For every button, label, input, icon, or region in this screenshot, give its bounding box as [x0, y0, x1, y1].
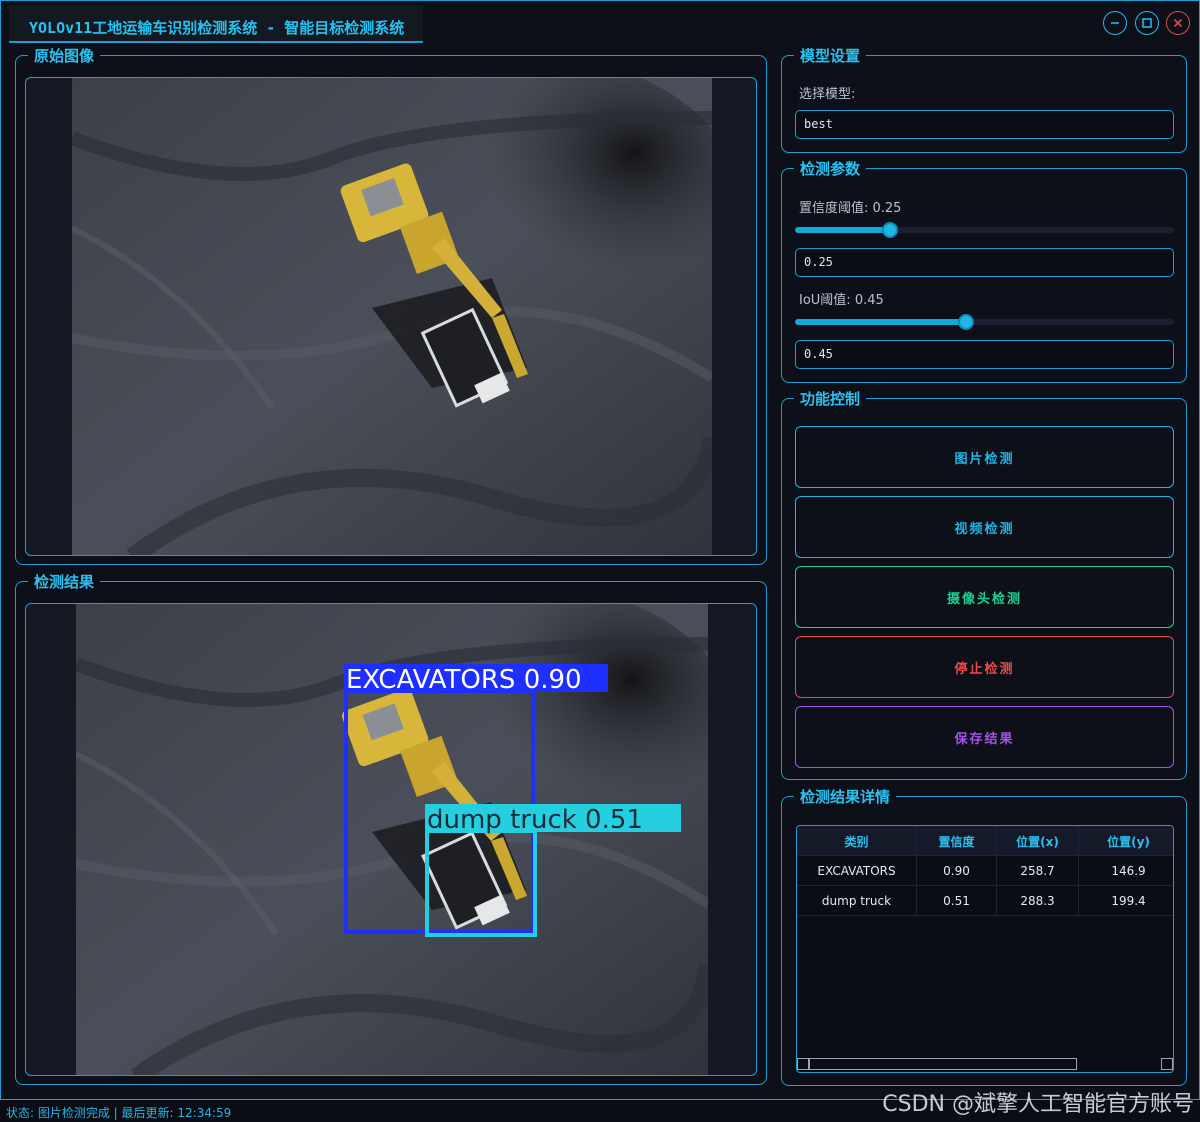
cell-class: dump truck [797, 886, 917, 916]
title-bar: YOLOv11工地运输车识别检测系统 - 智能目标检测系统 [1, 1, 1199, 43]
result-image-frame: EXCAVATORS 0.90 dump truck 0.51 [25, 603, 757, 1076]
image-detect-button[interactable]: 图片检测 [795, 426, 1174, 488]
maximize-icon [1142, 18, 1152, 28]
iou-slider[interactable] [795, 314, 1174, 330]
cell-pos-y: 199.4 [1079, 886, 1173, 916]
column-header-confidence[interactable]: 置信度 [917, 826, 997, 856]
confidence-slider-handle[interactable] [882, 222, 898, 238]
column-header-pos-x[interactable]: 位置(x) [997, 826, 1079, 856]
cell-pos-x: 288.3 [997, 886, 1079, 916]
aerial-mine-image [72, 78, 712, 555]
close-button[interactable] [1166, 11, 1190, 35]
original-image [72, 78, 712, 555]
cell-class: EXCAVATORS [797, 856, 917, 886]
result-image: EXCAVATORS 0.90 dump truck 0.51 [76, 604, 708, 1075]
table-row[interactable]: EXCAVATORS 0.90 258.7 146.9 [797, 856, 1173, 886]
model-select[interactable]: best [795, 110, 1174, 139]
table-row[interactable]: dump truck 0.51 288.3 199.4 [797, 886, 1173, 916]
original-image-title: 原始图像 [28, 47, 101, 65]
minimize-icon [1111, 22, 1119, 24]
status-text: 状态: 图片检测完成 | 最后更新: 12:34:59 [6, 1106, 232, 1120]
column-header-pos-y[interactable]: 位置(y) [1079, 826, 1173, 856]
iou-label: IoU阈值: 0.45 [799, 293, 884, 308]
scroll-left-arrow[interactable] [797, 1058, 809, 1070]
result-details-title: 检测结果详情 [794, 788, 897, 806]
model-settings-title: 模型设置 [794, 47, 867, 65]
excavator-label: EXCAVATORS 0.90 [346, 665, 582, 695]
confidence-input[interactable]: 0.25 [795, 248, 1174, 277]
maximize-button[interactable] [1135, 11, 1159, 35]
dump-truck-label: dump truck 0.51 [427, 805, 643, 835]
minimize-button[interactable] [1103, 11, 1127, 35]
cell-pos-x: 258.7 [997, 856, 1079, 886]
camera-detect-label: 摄像头检测 [946, 591, 1022, 607]
title-tab: YOLOv11工地运输车识别检测系统 - 智能目标检测系统 [9, 5, 423, 43]
stop-detect-label: 停止检测 [954, 661, 1015, 677]
function-control-title: 功能控制 [794, 390, 867, 408]
select-model-label: 选择模型: [799, 87, 856, 102]
scrollbar-thumb[interactable] [809, 1058, 1077, 1070]
cell-confidence: 0.51 [917, 886, 997, 916]
horizontal-scrollbar[interactable] [797, 1058, 1173, 1070]
result-table: 类别 置信度 位置(x) 位置(y) EXCAVATORS 0.90 258.7… [796, 825, 1174, 1073]
video-detect-label: 视频检测 [954, 521, 1015, 537]
confidence-slider-fill [795, 227, 890, 233]
confidence-label: 置信度阈值: 0.25 [799, 201, 902, 216]
original-image-frame [25, 77, 757, 556]
save-result-label: 保存结果 [954, 731, 1015, 747]
cell-pos-y: 146.9 [1079, 856, 1173, 886]
camera-detect-button[interactable]: 摄像头检测 [795, 566, 1174, 628]
scroll-right-arrow[interactable] [1161, 1058, 1173, 1070]
window-title: YOLOv11工地运输车识别检测系统 - 智能目标检测系统 [29, 19, 405, 37]
close-icon [1173, 18, 1183, 28]
detection-params-title: 检测参数 [794, 160, 867, 178]
result-image-title: 检测结果 [28, 573, 101, 591]
detection-result-image: EXCAVATORS 0.90 dump truck 0.51 [76, 604, 708, 1075]
column-header-class[interactable]: 类别 [797, 826, 917, 856]
watermark: CSDN @斌擎人工智能官方账号 [882, 1092, 1194, 1117]
app-window: YOLOv11工地运输车识别检测系统 - 智能目标检测系统 原始图像 检测结果 … [0, 0, 1200, 1100]
image-detect-label: 图片检测 [954, 451, 1015, 467]
save-result-button[interactable]: 保存结果 [795, 706, 1174, 768]
cell-confidence: 0.90 [917, 856, 997, 886]
iou-slider-handle[interactable] [958, 314, 974, 330]
table-header: 类别 置信度 位置(x) 位置(y) [797, 826, 1173, 856]
confidence-slider[interactable] [795, 222, 1174, 238]
video-detect-button[interactable]: 视频检测 [795, 496, 1174, 558]
stop-detect-button[interactable]: 停止检测 [795, 636, 1174, 698]
iou-slider-fill [795, 319, 966, 325]
iou-input[interactable]: 0.45 [795, 340, 1174, 369]
